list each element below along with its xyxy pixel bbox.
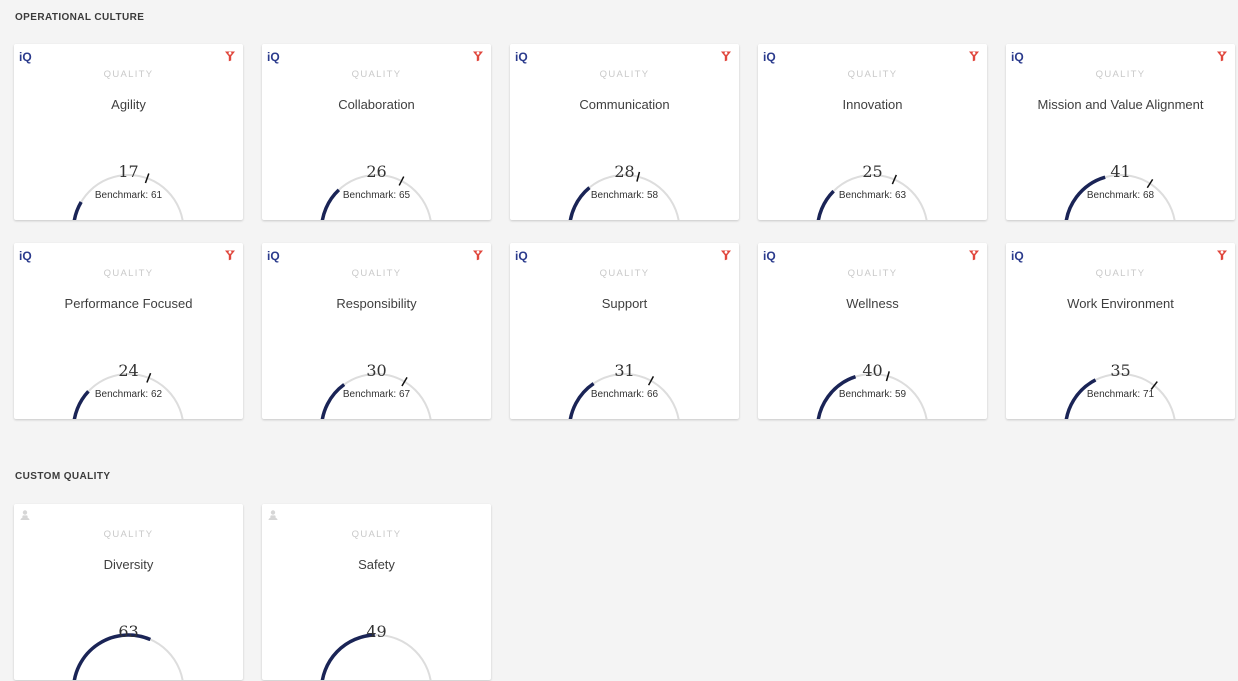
gauge-fill <box>72 633 152 680</box>
gauge-value: 63 <box>118 622 139 641</box>
quality-card[interactable]: iQ QUALITY Agility 17 Benchmark: 61 <box>14 44 243 220</box>
gauge-value: 25 <box>862 162 883 181</box>
quality-card[interactable]: iQ QUALITY Support 31 Benchmark: 66 <box>510 243 739 419</box>
benchmark-label: Benchmark: 61 <box>94 190 163 201</box>
benchmark-label: Benchmark: 62 <box>94 389 163 400</box>
quality-card[interactable]: QUALITY Diversity 63 <box>14 504 243 680</box>
quality-card[interactable]: iQ QUALITY Innovation 25 Benchmark: 63 <box>758 44 987 220</box>
benchmark-label: Benchmark: 63 <box>838 190 907 201</box>
benchmark-label: Benchmark: 58 <box>590 190 659 201</box>
benchmark-label: Benchmark: 59 <box>838 389 907 400</box>
gauge-fill <box>72 201 83 220</box>
gauge-chart <box>72 633 184 680</box>
quality-card[interactable]: iQ QUALITY Responsibility 30 Benchmark: 67 <box>262 243 491 419</box>
gauge-value: 30 <box>366 361 387 380</box>
gauge-value: 28 <box>614 162 635 181</box>
quality-card[interactable]: QUALITY Safety 49 <box>262 504 491 680</box>
gauge-fill <box>320 633 375 680</box>
gauge-value: 24 <box>118 361 139 380</box>
gauge-value: 41 <box>1110 162 1131 181</box>
benchmark-label: Benchmark: 67 <box>342 389 411 400</box>
benchmark-label: Benchmark: 65 <box>342 190 411 201</box>
gauge-value: 17 <box>118 162 139 181</box>
quality-card[interactable]: iQ QUALITY Wellness 40 Benchmark: 59 <box>758 243 987 419</box>
quality-card[interactable]: iQ QUALITY Work Environment 35 Benchmark: 71 <box>1006 243 1235 419</box>
gauge-track <box>321 634 432 680</box>
gauge-value: 49 <box>366 622 387 641</box>
quality-card[interactable]: iQ QUALITY Mission and Value Alignment 41 Be… <box>1006 44 1235 220</box>
section-title: OPERATIONAL CULTURE <box>15 12 145 23</box>
gauge-value: 26 <box>366 162 387 181</box>
section-title: CUSTOM QUALITY <box>15 471 111 482</box>
benchmark-label: Benchmark: 66 <box>590 389 659 400</box>
benchmark-label: Benchmark: 68 <box>1086 190 1155 201</box>
gauge-chart <box>320 633 432 680</box>
gauge-value: 40 <box>862 361 883 380</box>
quality-card[interactable]: iQ QUALITY Collaboration 26 Benchmark: 65 <box>262 44 491 220</box>
benchmark-label: Benchmark: 71 <box>1086 389 1155 400</box>
quality-card[interactable]: iQ QUALITY Performance Focused 24 Benchmark:… <box>14 243 243 419</box>
gauge-track <box>73 634 184 680</box>
gauge-value: 31 <box>614 361 635 380</box>
gauge-value: 35 <box>1110 361 1131 380</box>
quality-card[interactable]: iQ QUALITY Communication 28 Benchmark: 58 <box>510 44 739 220</box>
